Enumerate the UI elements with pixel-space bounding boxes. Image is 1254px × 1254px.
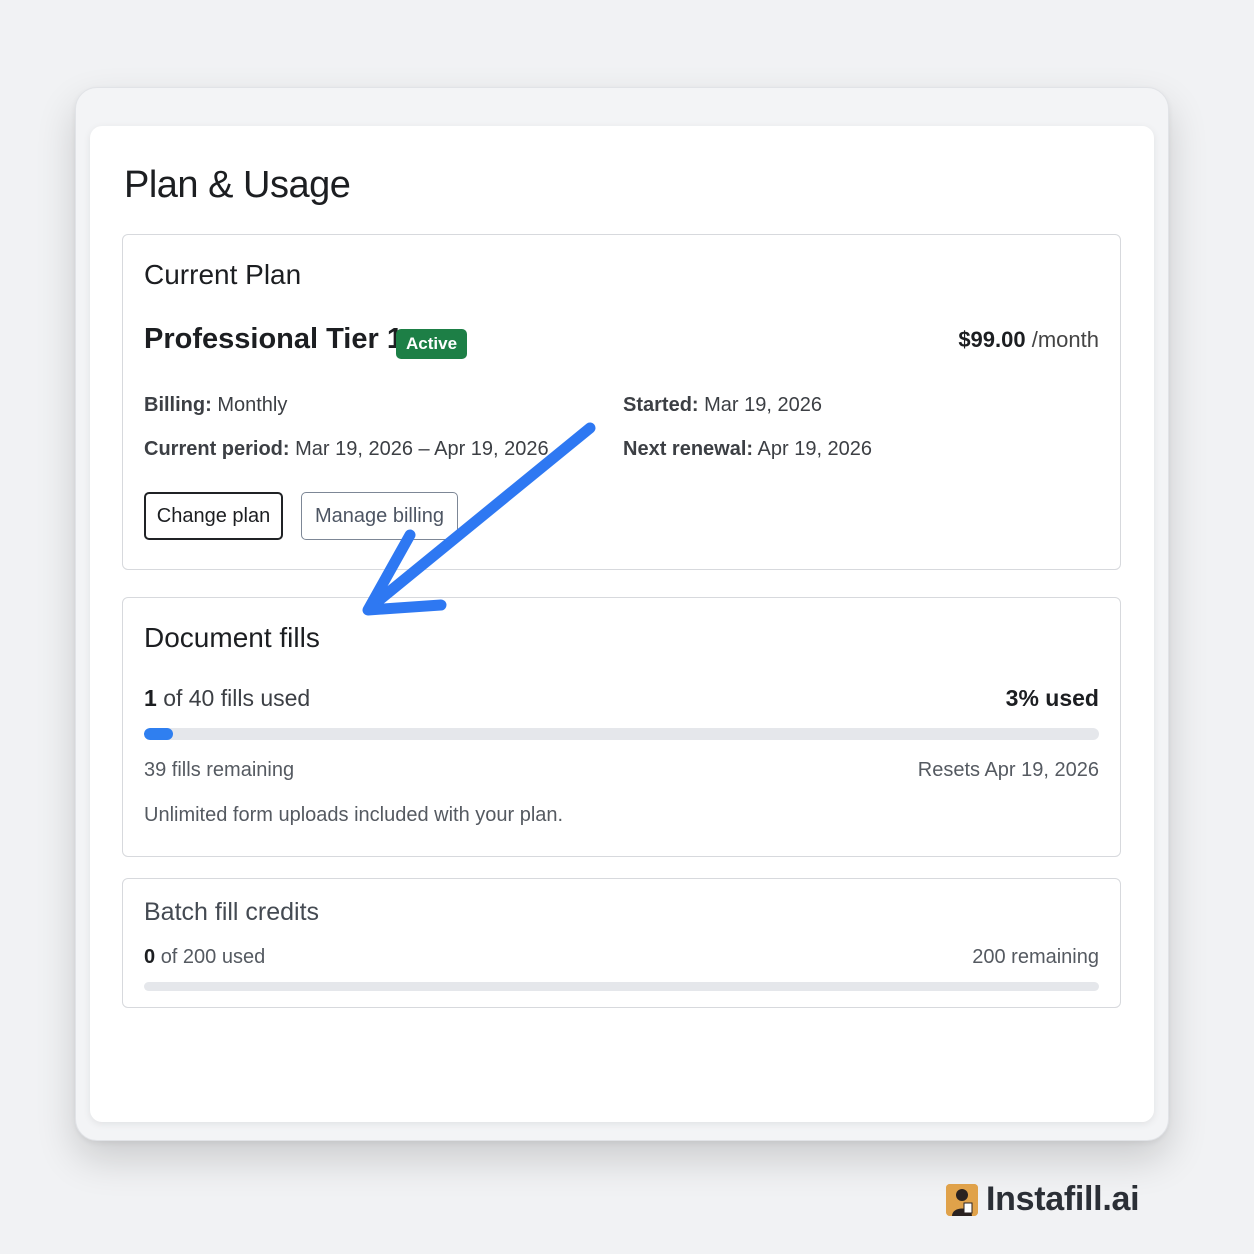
- fills-remaining: 39 fills remaining: [144, 759, 295, 781]
- status-badge: Active: [396, 329, 468, 359]
- batch-progress-bar: [144, 982, 1099, 991]
- batch-used-count: 0: [144, 946, 156, 968]
- billing-value: Monthly: [217, 394, 288, 416]
- next-renewal-info: Next renewal: Apr 19, 2026: [623, 438, 872, 461]
- plan-price: $99.00 /month: [958, 327, 1099, 353]
- next-renewal-value: Apr 19, 2026: [757, 438, 873, 460]
- fills-used-count: 1: [144, 685, 157, 711]
- current-plan-heading: Current Plan: [144, 259, 302, 290]
- batch-used-of: of 200 used: [160, 946, 266, 968]
- price-unit: /month: [1031, 327, 1099, 352]
- billing-info: Billing: Monthly: [144, 394, 287, 417]
- fills-used-of: of 40 fills used: [163, 685, 311, 711]
- document-fills-heading: Document fills: [144, 622, 320, 653]
- brand-name: Instafill.ai: [986, 1180, 1140, 1218]
- price-amount: $99.00: [958, 327, 1026, 352]
- started-value: Mar 19, 2026: [704, 394, 822, 416]
- brand-avatar-icon: [946, 1183, 978, 1216]
- batch-remaining: 200 remaining: [972, 946, 1099, 968]
- current-period-value: Mar 19, 2026 – Apr 19, 2026: [295, 438, 549, 460]
- page-title: Plan & Usage: [124, 164, 351, 206]
- fills-reset-date: Resets Apr 19, 2026: [917, 759, 1099, 781]
- change-plan-button[interactable]: Change plan: [144, 492, 283, 540]
- plan-name: Professional Tier 1: [144, 323, 403, 355]
- fills-percent-used: 3% used: [1005, 685, 1099, 711]
- billing-label: Billing:: [144, 394, 212, 416]
- current-period-info: Current period: Mar 19, 2026 – Apr 19, 2…: [144, 438, 549, 461]
- manage-billing-button[interactable]: Manage billing: [301, 492, 458, 540]
- next-renewal-label: Next renewal:: [623, 438, 754, 460]
- started-info: Started: Mar 19, 2026: [623, 394, 822, 417]
- fills-progress-bar: [144, 728, 1099, 740]
- fills-used-text: 1 of 40 fills used: [144, 685, 310, 712]
- fills-progress-fill: [144, 728, 173, 740]
- started-label: Started:: [623, 394, 699, 416]
- batch-used-text: 0 of 200 used: [144, 946, 265, 969]
- fills-note: Unlimited form uploads included with you…: [144, 804, 564, 826]
- batch-credits-heading: Batch fill credits: [144, 898, 320, 926]
- current-period-label: Current period:: [144, 438, 290, 460]
- brand-logo: Instafill.ai: [946, 1180, 1140, 1219]
